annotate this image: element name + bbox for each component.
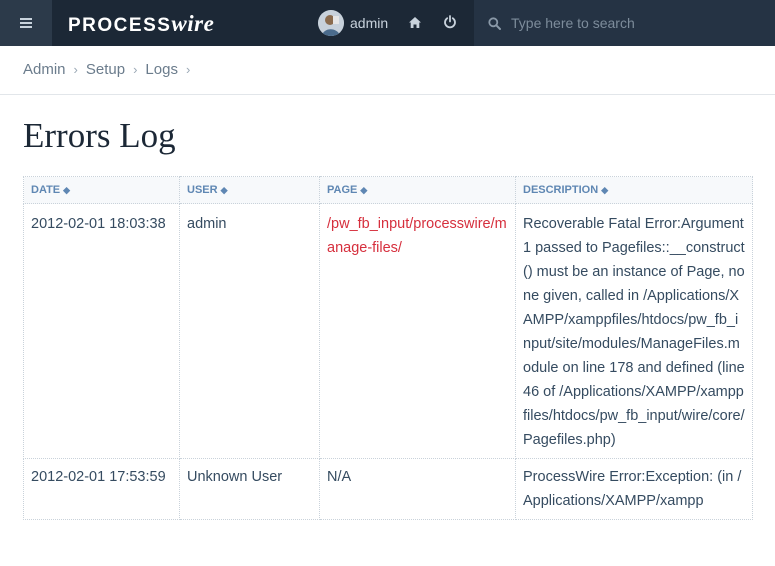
sort-icon: ◆ xyxy=(360,185,368,195)
breadcrumb-admin[interactable]: Admin xyxy=(23,61,66,78)
table-row: 2012-02-01 17:53:59 Unknown User N/A Pro… xyxy=(23,458,753,520)
logo-main: PROCESS xyxy=(68,15,172,36)
breadcrumb: Admin › Setup › Logs › xyxy=(23,61,198,78)
menu-icon xyxy=(20,22,32,24)
column-header-page[interactable]: PAGE ◆ xyxy=(319,176,516,204)
search-icon xyxy=(488,16,501,30)
user-menu[interactable]: admin xyxy=(318,10,388,36)
cell-description: Recoverable Fatal Error:Argument 1 passe… xyxy=(515,203,753,459)
column-header-date[interactable]: DATE ◆ xyxy=(23,176,180,204)
menu-button[interactable] xyxy=(0,0,52,46)
sort-icon: ◆ xyxy=(601,185,609,195)
chevron-right-icon: › xyxy=(73,62,78,77)
avatar xyxy=(318,10,344,36)
chevron-right-icon: › xyxy=(133,62,138,77)
column-header-user[interactable]: USER ◆ xyxy=(179,176,320,204)
table-header-row: DATE ◆ USER ◆ PAGE ◆ DESCRIPTION ◆ xyxy=(23,176,753,204)
top-bar: PROCESSwire admin xyxy=(0,0,775,46)
search-input[interactable] xyxy=(509,14,753,32)
cell-page: N/A xyxy=(319,458,516,520)
home-icon[interactable] xyxy=(406,13,424,31)
cell-date: 2012-02-01 18:03:38 xyxy=(23,203,180,459)
divider xyxy=(0,94,775,95)
sort-icon: ◆ xyxy=(220,185,228,195)
logo-accent: wire xyxy=(171,11,215,36)
cell-user: Unknown User xyxy=(179,458,320,520)
cell-description: ProcessWire Error:Exception: (in /Applic… xyxy=(515,458,753,520)
cell-date: 2012-02-01 17:53:59 xyxy=(23,458,180,520)
breadcrumb-logs[interactable]: Logs xyxy=(145,61,178,78)
cell-page-link[interactable]: /pw_fb_input/processwire/manage-files/ xyxy=(319,203,516,459)
breadcrumb-setup[interactable]: Setup xyxy=(86,61,125,78)
chevron-right-icon: › xyxy=(185,62,191,77)
power-icon[interactable] xyxy=(441,13,459,31)
cell-user: admin xyxy=(179,203,320,459)
errors-table: DATE ◆ USER ◆ PAGE ◆ DESCRIPTION ◆ 2012-02-0… xyxy=(23,176,753,520)
processwire-logo[interactable]: PROCESSwire xyxy=(68,11,214,37)
table-row: 2012-02-01 18:03:38 admin /pw_fb_input/p… xyxy=(23,203,753,459)
search-bar xyxy=(474,0,775,46)
column-header-description[interactable]: DESCRIPTION ◆ xyxy=(515,176,753,204)
sort-icon: ◆ xyxy=(63,185,71,195)
page-title: Errors Log xyxy=(23,116,176,155)
user-name: admin xyxy=(350,15,389,31)
